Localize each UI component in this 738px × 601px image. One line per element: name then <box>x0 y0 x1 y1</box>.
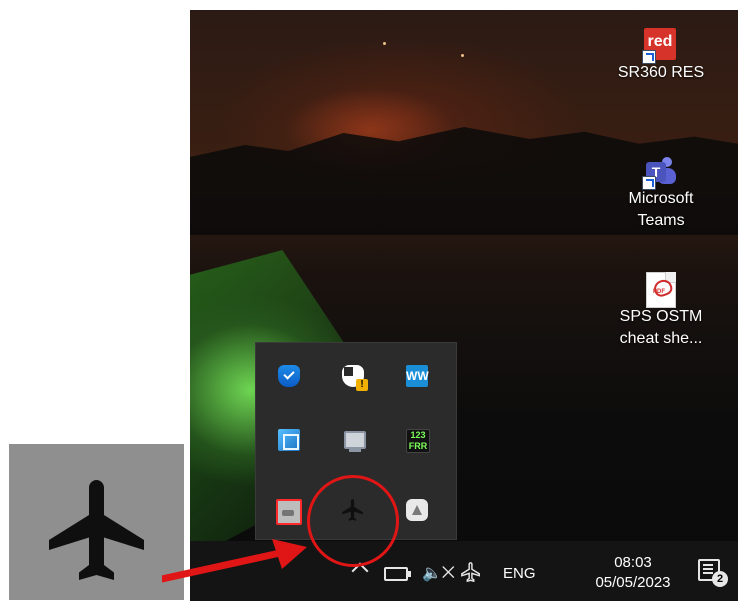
desktop-icon-label-line2: Teams <box>637 212 685 229</box>
windows-defender-icon[interactable] <box>278 365 300 387</box>
battery-icon[interactable] <box>384 567 411 581</box>
notification-lines-icon <box>703 564 713 566</box>
network-utility-icon[interactable] <box>278 429 300 451</box>
input-language-indicator[interactable]: ENG <box>503 565 536 582</box>
desktop-icon-label-line1: SPS OSTM <box>619 308 703 325</box>
monitor-icon[interactable] <box>344 431 366 452</box>
system-clock[interactable]: 08:03 05/05/2023 <box>578 553 688 593</box>
sr360-logo-icon: red <box>642 28 678 64</box>
airplane-mode-taskbar-icon[interactable] <box>460 561 482 583</box>
security-warning-icon[interactable] <box>342 365 368 391</box>
pdf-file-icon: PDF <box>644 272 678 308</box>
desktop-icon-label-line1: Microsoft <box>628 190 694 207</box>
speaker-muted-icon[interactable]: 🔈⨉ <box>422 563 455 583</box>
desktop-icon-sr360-res[interactable]: red SR360 RES <box>596 28 726 84</box>
mute-x: ⨉ <box>441 565 455 582</box>
action-center-button[interactable]: 2 <box>696 557 728 587</box>
star-2 <box>461 54 464 57</box>
desktop-icon-label-line2: cheat she... <box>619 330 703 347</box>
zoomed-airplane-icon <box>49 480 144 580</box>
teams-logo-icon: T <box>642 154 678 190</box>
google-drive-icon[interactable] <box>406 499 428 521</box>
desktop-icon-microsoft-teams[interactable]: T Microsoft Teams <box>596 154 726 232</box>
drive-icon[interactable] <box>276 499 302 525</box>
clock-date: 05/05/2023 <box>595 574 671 591</box>
annotation-arrow-icon <box>162 539 307 583</box>
pdf-label: PDF <box>653 289 665 295</box>
shortcut-arrow-icon <box>642 50 656 64</box>
star-1 <box>383 42 386 45</box>
desktop-icon-sps-ostm-cheat-sheet[interactable]: PDF SPS OSTM cheat she... <box>596 272 726 350</box>
desktop-icon-label: SR360 RES <box>617 64 705 81</box>
meter-icon[interactable]: 123 FRR <box>406 429 430 453</box>
clock-time: 08:03 <box>614 554 652 571</box>
notification-count-badge: 2 <box>712 571 728 587</box>
audio-wave-icon[interactable]: WW <box>406 365 429 387</box>
shortcut-arrow-icon <box>642 176 656 190</box>
zoomed-airplane-inset <box>9 444 184 600</box>
highlight-circle <box>307 475 399 567</box>
